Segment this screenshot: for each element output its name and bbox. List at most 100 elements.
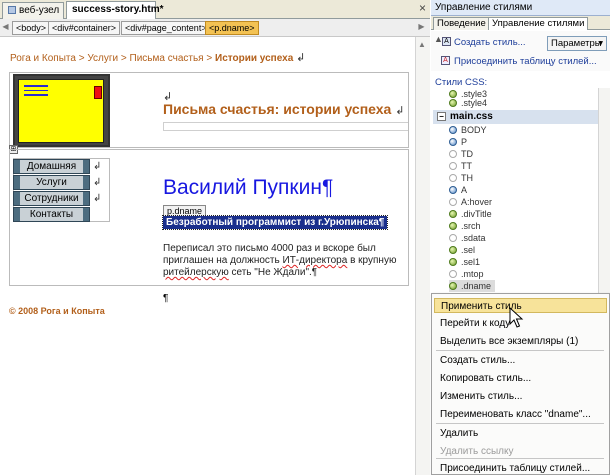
scroll-left-icon[interactable]: ◀ xyxy=(1,22,10,34)
tab-success-story-label: success-story.htm* xyxy=(72,4,164,15)
breadcrumb-item[interactable]: Рога и Копыта xyxy=(10,53,76,64)
tree-node-label: TT xyxy=(461,161,472,171)
breadcrumb-item[interactable]: Письма счастья xyxy=(130,53,204,64)
scroll-right-icon[interactable]: ▶ xyxy=(417,22,426,34)
tree-node[interactable]: TT xyxy=(449,160,472,172)
tree-node[interactable]: TD xyxy=(449,148,473,160)
tag-div-page-content[interactable]: <div#page_content> xyxy=(121,21,211,35)
tree-node-label: BODY xyxy=(461,125,487,135)
unused-selector-icon xyxy=(449,162,457,170)
menu-item-copy-style[interactable]: Копировать стиль... xyxy=(440,371,608,386)
tree-node[interactable]: .sdata xyxy=(449,232,486,244)
menu-item-delete[interactable]: Удалить xyxy=(440,426,608,441)
nav-item-services[interactable]: Услуги xyxy=(13,175,90,190)
breadcrumb-separator: > xyxy=(78,53,85,64)
tree-node[interactable]: A xyxy=(449,184,467,196)
site-title-text: Письма счастья: истории успеха xyxy=(163,101,392,117)
tree-node-label: TD xyxy=(461,149,473,159)
logo-image[interactable] xyxy=(13,74,110,147)
tree-node-label: .dname xyxy=(461,281,492,291)
unused-selector-icon xyxy=(449,198,457,206)
spelling-flag: ритейлерскую xyxy=(163,267,229,278)
nav-item-label: Контакты xyxy=(20,208,83,221)
tree-node[interactable]: .style4 xyxy=(449,97,487,109)
tree-node-label: .divTitle xyxy=(461,209,492,219)
class-selector-icon xyxy=(449,210,457,218)
tab-website-icon xyxy=(8,6,16,14)
tag-div-container[interactable]: <div#container> xyxy=(48,21,121,35)
tree-node[interactable]: BODY xyxy=(449,124,487,136)
tree-node-dname[interactable]: .dname xyxy=(449,280,496,292)
tree-node-label: .sel xyxy=(461,245,476,255)
tag-p-dname[interactable]: <p.dname> xyxy=(205,21,259,35)
tree-node[interactable]: .sel xyxy=(449,244,475,256)
nav-item-label: Домашняя xyxy=(20,160,83,173)
tree-node[interactable]: TH xyxy=(449,172,473,184)
selected-paragraph[interactable]: Безработный программист из г.Урюпинска¶ xyxy=(161,215,389,230)
tree-node[interactable]: .divTitle xyxy=(449,208,492,220)
tree-node[interactable]: .sel1 xyxy=(449,256,480,268)
scroll-up-icon[interactable]: ▲ xyxy=(418,40,426,49)
menu-separator xyxy=(436,350,604,351)
tree-node-label: .style4 xyxy=(461,98,488,108)
envelope-lines xyxy=(24,85,48,96)
tab-success-story[interactable]: success-story.htm* xyxy=(66,1,164,19)
editor-scrollbar[interactable]: ▲ xyxy=(415,37,430,475)
breadcrumb-item[interactable]: Услуги xyxy=(87,53,118,64)
tab-behavior[interactable]: Поведение xyxy=(433,17,490,30)
tag-selector-bar: ◀ <body> <div#container> <div#page_conte… xyxy=(0,19,430,37)
tree-node[interactable]: A:hover xyxy=(449,196,492,208)
title-divider xyxy=(163,122,408,131)
nav-item-home[interactable]: Домашняя xyxy=(13,159,90,174)
tree-node-label: .sdata xyxy=(461,233,486,243)
menu-item-attach-stylesheet[interactable]: Присоединить таблицу стилей... xyxy=(440,461,608,475)
menu-item-modify-style[interactable]: Изменить стиль... xyxy=(440,389,608,404)
tab-manage-styles[interactable]: Управление стилями xyxy=(488,17,589,30)
chevron-down-icon: ▾ xyxy=(598,38,603,49)
class-selector-icon xyxy=(449,246,457,254)
tree-node-label: .mtop xyxy=(461,269,484,279)
options-dropdown[interactable]: Параметры ▾ xyxy=(547,36,607,51)
menu-item-select-all-instances[interactable]: Выделить все экземпляры (1) xyxy=(440,334,608,349)
subtitle-text: Безработный программист из г.Урюпинска xyxy=(166,217,379,228)
attach-stylesheet-link[interactable]: Присоединить таблицу стилей... xyxy=(454,56,597,67)
tree-node[interactable]: .mtop xyxy=(449,268,484,280)
tree-node-label: .srch xyxy=(461,221,481,231)
tab-website-label: веб-узел xyxy=(19,5,60,16)
tag-body[interactable]: <body> xyxy=(12,21,51,35)
empty-paragraph[interactable]: ¶ xyxy=(163,293,168,304)
menu-item-new-style[interactable]: Создать стиль... xyxy=(440,353,608,368)
nav-item-staff[interactable]: Сотрудники xyxy=(13,191,90,206)
stamp-icon xyxy=(94,86,102,99)
unused-selector-icon xyxy=(449,150,457,158)
tree-node-label: A xyxy=(461,185,468,195)
class-selector-icon xyxy=(449,282,457,290)
main-css-node[interactable]: − main.css xyxy=(433,110,598,124)
nav-item-label: Сотрудники xyxy=(20,192,83,205)
nav-item-label: Услуги xyxy=(20,176,83,189)
tree-node-label: P xyxy=(461,137,468,147)
body-paragraph[interactable]: Переписал это письмо 4000 раз и вскоре б… xyxy=(163,243,403,279)
body-text: сеть "Не Ждали". xyxy=(228,267,312,278)
tree-node[interactable]: P xyxy=(449,136,467,148)
breadcrumb-separator: > xyxy=(206,53,213,64)
close-tab-icon[interactable]: × xyxy=(419,1,426,15)
collapse-icon[interactable]: − xyxy=(437,112,446,121)
tree-node-label: A:hover xyxy=(461,197,493,207)
menu-item-rename-class[interactable]: Переименовать класс "dname"... xyxy=(440,407,608,422)
return-mark: ↲ xyxy=(93,193,102,204)
tab-website[interactable]: веб-узел xyxy=(2,2,64,19)
tree-node-label: TH xyxy=(461,173,473,183)
mouse-pointer-icon xyxy=(509,307,524,328)
person-name[interactable]: Василий Пупкин¶ xyxy=(163,176,333,200)
element-selector-icon xyxy=(449,186,457,194)
tree-node[interactable]: .srch xyxy=(449,220,481,232)
design-view[interactable]: веб-узел success-story.htm* × ◀ <body> <… xyxy=(0,0,430,475)
class-selector-icon xyxy=(449,258,457,266)
menu-item-remove-link: Удалить ссылку xyxy=(440,446,514,457)
tree-node-label: .sel1 xyxy=(461,257,481,267)
nav-item-contacts[interactable]: Контакты xyxy=(13,207,90,222)
breadcrumb-separator: > xyxy=(120,53,127,64)
create-style-link[interactable]: Создать стиль... xyxy=(454,37,526,48)
panel-tabs: Поведение Управление стилями xyxy=(431,16,610,30)
